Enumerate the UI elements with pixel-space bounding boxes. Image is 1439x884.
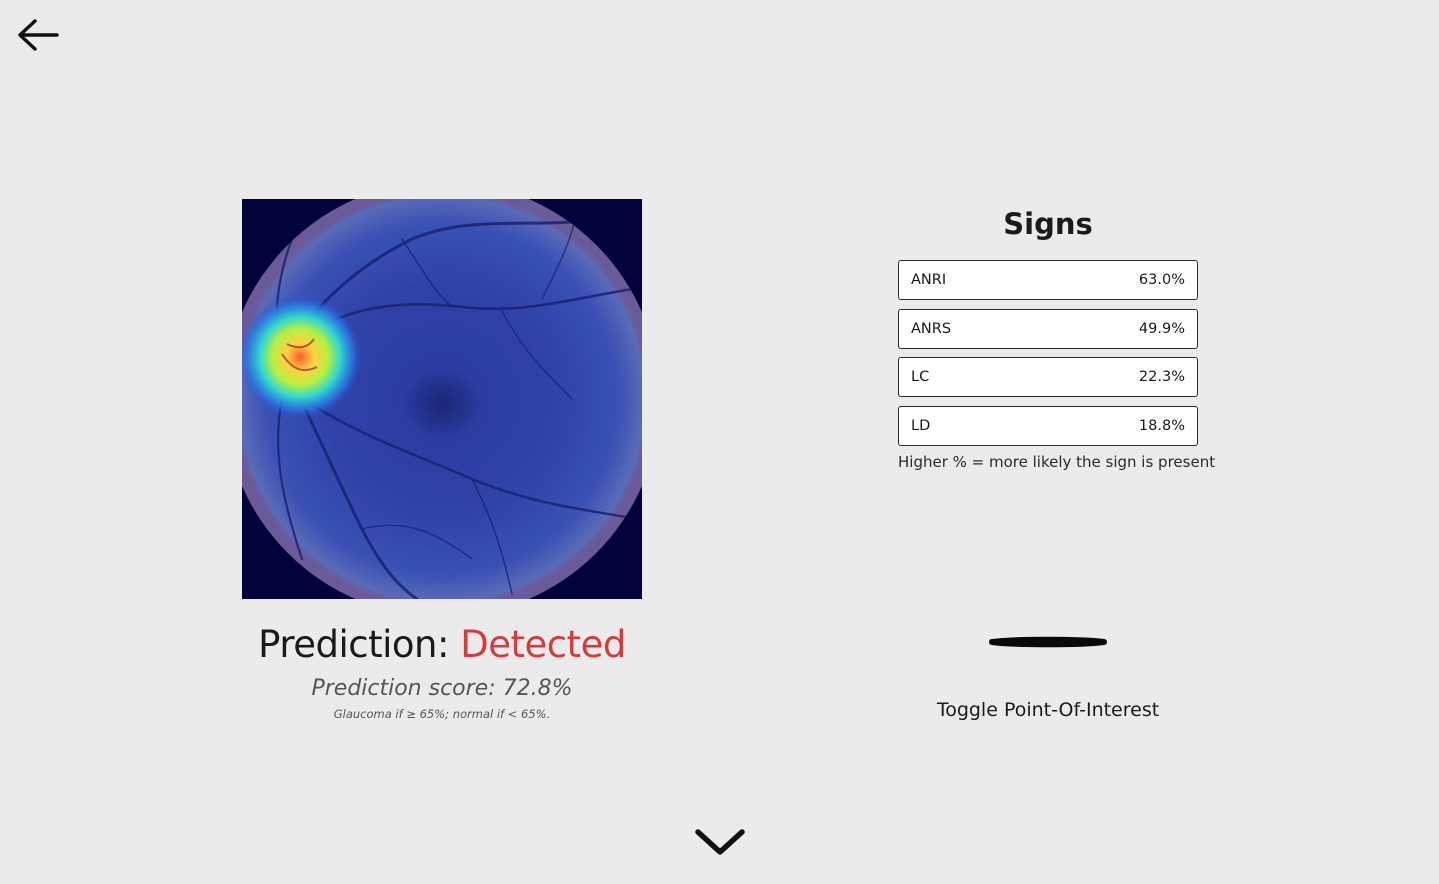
chevron-down-icon [695, 829, 745, 855]
toggle-off-icon [989, 636, 1107, 648]
sign-name: ANRS [911, 320, 952, 337]
prediction-status: Detected [460, 623, 626, 666]
sign-name: LD [911, 417, 931, 434]
sign-row-anrs: ANRS 49.9% [898, 308, 1198, 349]
sign-row-anri: ANRI 63.0% [898, 260, 1198, 300]
back-button[interactable] [16, 16, 60, 56]
main-page: Prediction: Detected Prediction score: 7… [0, 0, 1439, 884]
sign-value: 63.0% [1138, 272, 1185, 288]
sign-value: 22.3% [1138, 369, 1185, 385]
poi-toggle-label: Toggle Point-Of-Interest [936, 699, 1160, 721]
sign-name: ANRI [911, 272, 947, 288]
sign-row-ld: LD 18.8% [898, 405, 1198, 446]
sign-value: 18.8% [1138, 417, 1185, 434]
signs-note: Higher % = more likely the sign is prese… [898, 453, 1216, 471]
threshold-note: Glaucoma if ≥ 65%; normal if < 65%. [333, 707, 551, 721]
poi-toggle-switch[interactable] [985, 630, 1111, 654]
signs-heading: Signs [1003, 207, 1093, 241]
sign-value: 49.9% [1138, 320, 1185, 337]
sign-name: LC [911, 369, 930, 385]
signs-list: ANRI 63.0% ANRS 49.9% LC 22.3% LD 18.8% [898, 260, 1198, 454]
prediction-label: Prediction: [258, 623, 449, 666]
scroll-down-button[interactable] [690, 822, 750, 862]
retina-heatmap-image [242, 199, 642, 599]
arrow-left-icon [18, 19, 59, 51]
prediction-title: Prediction: Detected [242, 620, 642, 670]
prediction-score: Prediction score: 72.8% [311, 676, 573, 701]
sign-row-lc: LC 22.3% [898, 357, 1198, 397]
